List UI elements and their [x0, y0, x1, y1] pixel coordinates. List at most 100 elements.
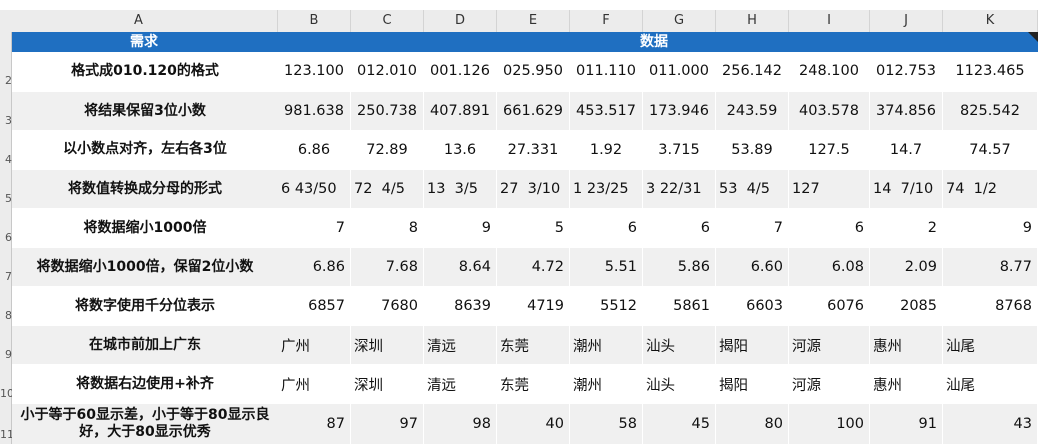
data-cell-d[interactable]: 清远 — [424, 365, 497, 403]
column-header-i[interactable]: I — [789, 10, 870, 32]
data-cell-e[interactable]: 661.629 — [497, 92, 570, 130]
row-label-cell[interactable]: 以小数点对齐，左右各3位 — [12, 130, 278, 169]
data-cell-f[interactable]: 1 23/25 — [570, 170, 643, 208]
data-cell-i[interactable]: 127 — [789, 170, 870, 208]
data-cell-k[interactable]: 74.57 — [943, 130, 1038, 169]
row-number[interactable]: 8 — [0, 309, 12, 325]
data-cell-b[interactable]: 广州 — [278, 326, 351, 364]
row-number[interactable]: 5 — [0, 192, 12, 208]
data-cell-k[interactable]: 8768 — [943, 287, 1038, 325]
data-cell-c[interactable]: 7680 — [351, 287, 424, 325]
data-cell-e[interactable]: 东莞 — [497, 365, 570, 403]
data-cell-c[interactable]: 72.89 — [351, 130, 424, 169]
data-cell-d[interactable]: 98 — [424, 404, 497, 444]
column-header-e[interactable]: E — [497, 10, 570, 32]
data-cell-j[interactable]: 374.856 — [870, 92, 943, 130]
data-cell-d[interactable]: 9 — [424, 209, 497, 247]
data-cell-e[interactable]: 4719 — [497, 287, 570, 325]
row-number[interactable]: 6 — [0, 231, 12, 247]
data-cell-f[interactable]: 潮州 — [570, 326, 643, 364]
data-cell-k[interactable]: 8.77 — [943, 248, 1038, 286]
data-cell-g[interactable]: 173.946 — [643, 92, 716, 130]
data-cell-g[interactable]: 6 — [643, 209, 716, 247]
data-cell-b[interactable]: 123.100 — [278, 52, 351, 90]
data-cell-f[interactable]: 5.51 — [570, 248, 643, 286]
data-cell-g[interactable]: 3 22/31 — [643, 170, 716, 208]
data-cell-j[interactable]: 惠州 — [870, 365, 943, 403]
data-cell-d[interactable]: 407.891 — [424, 92, 497, 130]
data-cell-h[interactable]: 揭阳 — [716, 326, 789, 364]
column-header-a[interactable]: A — [0, 10, 278, 32]
data-cell-c[interactable]: 97 — [351, 404, 424, 444]
data-cell-e[interactable]: 40 — [497, 404, 570, 444]
data-cell-i[interactable]: 100 — [789, 404, 870, 444]
data-cell-g[interactable]: 3.715 — [643, 130, 716, 169]
data-cell-g[interactable]: 5.86 — [643, 248, 716, 286]
data-cell-h[interactable]: 243.59 — [716, 92, 789, 130]
data-cell-j[interactable]: 2 — [870, 209, 943, 247]
data-cell-k[interactable]: 9 — [943, 209, 1038, 247]
data-cell-c[interactable]: 深圳 — [351, 326, 424, 364]
data-cell-f[interactable]: 58 — [570, 404, 643, 444]
data-cell-i[interactable]: 6 — [789, 209, 870, 247]
data-cell-c[interactable]: 8 — [351, 209, 424, 247]
data-cell-j[interactable]: 2.09 — [870, 248, 943, 286]
data-cell-d[interactable]: 清远 — [424, 326, 497, 364]
data-cell-j[interactable]: 91 — [870, 404, 943, 444]
data-cell-h[interactable]: 6603 — [716, 287, 789, 325]
data-cell-b[interactable]: 6857 — [278, 287, 351, 325]
data-cell-b[interactable]: 广州 — [278, 365, 351, 403]
column-header-d[interactable]: D — [424, 10, 497, 32]
data-cell-b[interactable]: 981.638 — [278, 92, 351, 130]
data-cell-f[interactable]: 潮州 — [570, 365, 643, 403]
data-cell-j[interactable]: 14 7/10 — [870, 170, 943, 208]
data-cell-g[interactable]: 汕头 — [643, 365, 716, 403]
data-cell-b[interactable]: 87 — [278, 404, 351, 444]
data-cell-k[interactable]: 汕尾 — [943, 326, 1038, 364]
data-cell-d[interactable]: 8.64 — [424, 248, 497, 286]
row-number[interactable]: 11 — [0, 428, 12, 444]
row-label-cell[interactable]: 将数据缩小1000倍，保留2位小数 — [12, 248, 278, 286]
data-cell-j[interactable]: 惠州 — [870, 326, 943, 364]
data-cell-f[interactable]: 1.92 — [570, 130, 643, 169]
data-cell-h[interactable]: 7 — [716, 209, 789, 247]
data-cell-f[interactable]: 6 — [570, 209, 643, 247]
data-cell-g[interactable]: 011.000 — [643, 52, 716, 90]
data-cell-e[interactable]: 27 3/10 — [497, 170, 570, 208]
data-cell-i[interactable]: 河源 — [789, 326, 870, 364]
data-cell-g[interactable]: 5861 — [643, 287, 716, 325]
data-cell-c[interactable]: 012.010 — [351, 52, 424, 90]
data-cell-k[interactable]: 1123.465 — [943, 52, 1038, 90]
data-cell-k[interactable]: 43 — [943, 404, 1038, 444]
data-cell-h[interactable]: 揭阳 — [716, 365, 789, 403]
data-cell-b[interactable]: 6.86 — [278, 248, 351, 286]
header-row[interactable]: 需求 数据 — [12, 32, 1038, 52]
data-cell-i[interactable]: 403.578 — [789, 92, 870, 130]
data-cell-f[interactable]: 011.110 — [570, 52, 643, 90]
data-cell-j[interactable]: 14.7 — [870, 130, 943, 169]
data-cell-e[interactable]: 5 — [497, 209, 570, 247]
data-cell-j[interactable]: 012.753 — [870, 52, 943, 90]
row-label-cell[interactable]: 将数值转换成分母的形式 — [12, 170, 278, 208]
row-label-cell[interactable]: 将数字使用千分位表示 — [12, 287, 278, 325]
column-header-f[interactable]: F — [570, 10, 643, 32]
data-cell-i[interactable]: 248.100 — [789, 52, 870, 90]
data-cell-h[interactable]: 6.60 — [716, 248, 789, 286]
row-number[interactable]: 3 — [0, 114, 12, 130]
data-cell-k[interactable]: 74 1/2 — [943, 170, 1038, 208]
data-cell-h[interactable]: 53 4/5 — [716, 170, 789, 208]
data-cell-h[interactable]: 256.142 — [716, 52, 789, 90]
column-header-h[interactable]: H — [716, 10, 789, 32]
row-number[interactable]: 4 — [0, 153, 12, 169]
data-cell-c[interactable]: 深圳 — [351, 365, 424, 403]
data-cell-c[interactable]: 250.738 — [351, 92, 424, 130]
data-cell-b[interactable]: 6 43/50 — [278, 170, 351, 208]
data-cell-k[interactable]: 汕尾 — [943, 365, 1038, 403]
data-cell-i[interactable]: 河源 — [789, 365, 870, 403]
data-cell-f[interactable]: 453.517 — [570, 92, 643, 130]
data-cell-h[interactable]: 80 — [716, 404, 789, 444]
row-number[interactable]: 10 — [0, 387, 12, 403]
data-cell-d[interactable]: 8639 — [424, 287, 497, 325]
data-cell-g[interactable]: 汕头 — [643, 326, 716, 364]
data-cell-e[interactable]: 4.72 — [497, 248, 570, 286]
